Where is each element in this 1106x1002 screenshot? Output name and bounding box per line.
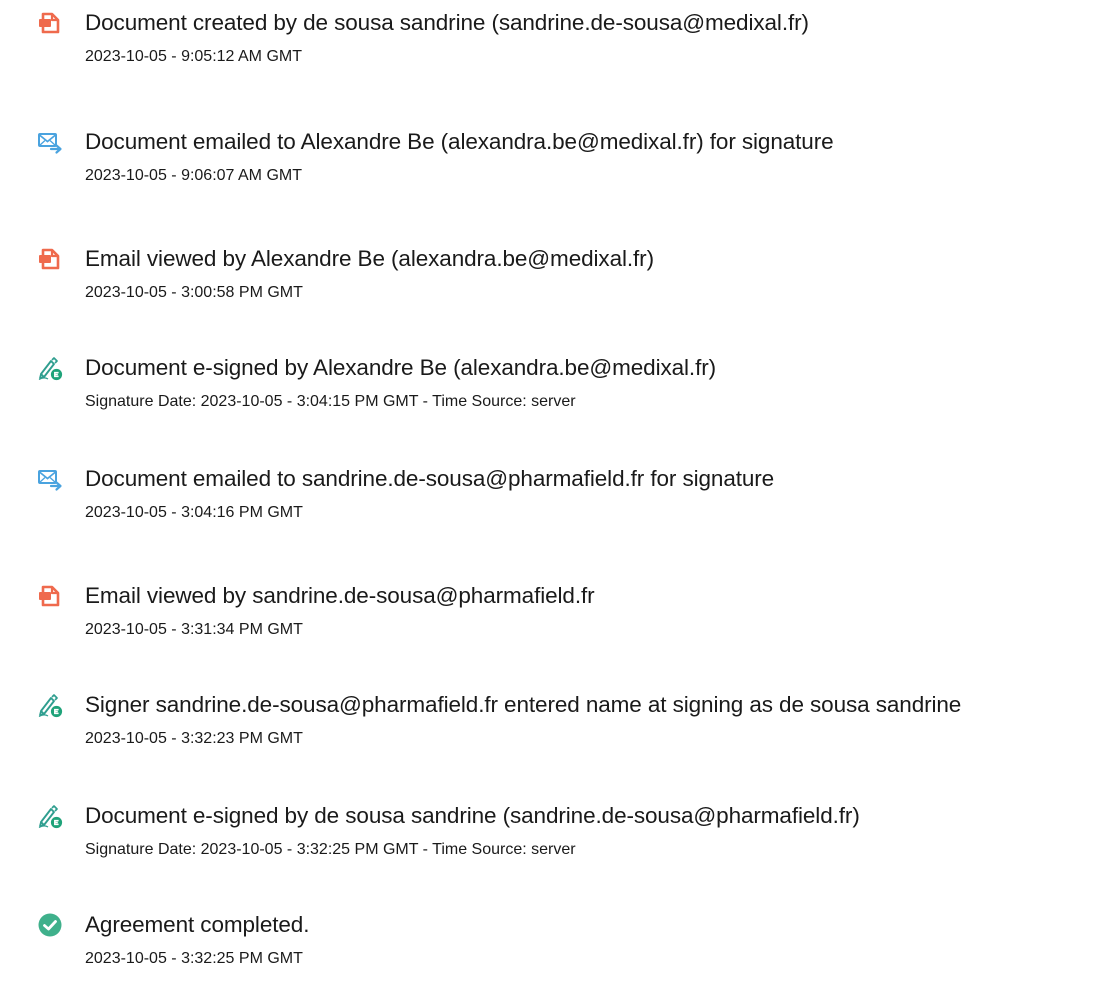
history-event: Document emailed to sandrine.de-sousa@ph…	[0, 466, 1106, 556]
event-title: Email viewed by sandrine.de-sousa@pharma…	[85, 583, 595, 608]
history-event: Email viewed by sandrine.de-sousa@pharma…	[0, 583, 1106, 673]
event-timestamp: 2023-10-05 - 3:31:34 PM GMT	[85, 621, 303, 638]
e-sign-icon	[37, 692, 63, 718]
event-timestamp: 2023-10-05 - 3:00:58 PM GMT	[85, 284, 303, 301]
event-timestamp: 2023-10-05 - 9:06:07 AM GMT	[85, 167, 302, 184]
event-timestamp: Signature Date: 2023-10-05 - 3:32:25 PM …	[85, 841, 576, 858]
history-event: Document e-signed by Alexandre Be (alexa…	[0, 355, 1106, 445]
event-title: Document e-signed by de sousa sandrine (…	[85, 803, 860, 828]
event-title: Document emailed to sandrine.de-sousa@ph…	[85, 466, 775, 491]
event-title: Document e-signed by Alexandre Be (alexa…	[85, 355, 717, 380]
event-timestamp: Signature Date: 2023-10-05 - 3:04:15 PM …	[85, 393, 576, 410]
e-sign-icon	[37, 355, 63, 381]
history-event: Document emailed to Alexandre Be (alexan…	[0, 129, 1106, 219]
document-icon	[37, 10, 63, 36]
email-icon	[37, 466, 63, 492]
event-timestamp: 2023-10-05 - 3:32:25 PM GMT	[85, 950, 303, 967]
event-title: Signer sandrine.de-sousa@pharmafield.fr …	[85, 692, 962, 717]
event-title: Document created by de sousa sandrine (s…	[85, 10, 809, 35]
history-event: Email viewed by Alexandre Be (alexandra.…	[0, 246, 1106, 336]
document-icon	[37, 246, 63, 272]
history-event: Document created by de sousa sandrine (s…	[0, 10, 1106, 100]
email-icon	[37, 129, 63, 155]
history-event: Signer sandrine.de-sousa@pharmafield.fr …	[0, 692, 1106, 782]
history-event: Agreement completed. 2023-10-05 - 3:32:2…	[0, 912, 1106, 1002]
history-event: Document e-signed by de sousa sandrine (…	[0, 803, 1106, 893]
check-circle-icon	[37, 912, 63, 938]
event-title: Agreement completed.	[85, 912, 310, 937]
event-timestamp: 2023-10-05 - 3:04:16 PM GMT	[85, 504, 303, 521]
event-timestamp: 2023-10-05 - 9:05:12 AM GMT	[85, 48, 302, 65]
audit-history-timeline: Document created by de sousa sandrine (s…	[0, 0, 1106, 994]
event-timestamp: 2023-10-05 - 3:32:23 PM GMT	[85, 730, 303, 747]
event-title: Email viewed by Alexandre Be (alexandra.…	[85, 246, 654, 271]
e-sign-icon	[37, 803, 63, 829]
event-title: Document emailed to Alexandre Be (alexan…	[85, 129, 834, 154]
document-icon	[37, 583, 63, 609]
